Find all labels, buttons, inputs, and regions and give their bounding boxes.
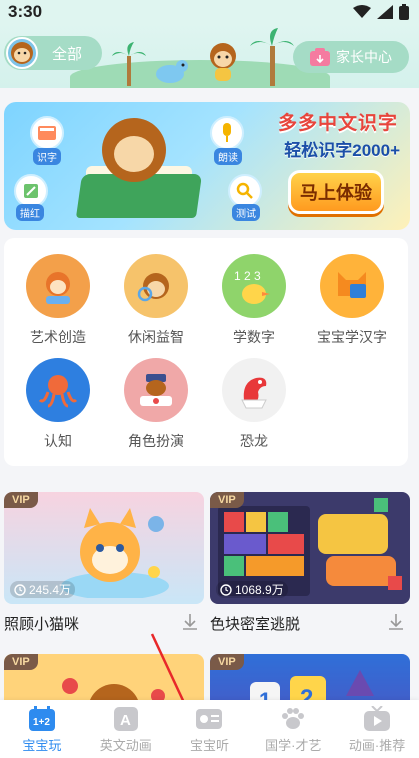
content-card[interactable]: VIP 1068.9万 色块密室逃脱: [210, 492, 410, 634]
banner-title: 多多中文识字: [277, 113, 398, 134]
nav-english-cartoon[interactable]: A 英文动画: [84, 700, 168, 758]
category-grid: 艺术创造 休闲益智 1 2 3 学数字 宝宝学汉字 认知 角色扮演 恐龙: [4, 238, 408, 466]
dinosaur-toy-icon: [156, 60, 188, 83]
nav-label: 国学·才艺: [265, 738, 322, 753]
feature-read-aloud[interactable]: [210, 116, 244, 150]
banner-subtitle: 轻松识字2000+: [284, 141, 400, 160]
category-label: 认知: [44, 433, 72, 449]
book-icon: [38, 126, 56, 140]
category-cognition[interactable]: 认知: [10, 358, 106, 451]
category-label: 宝宝学汉字: [317, 329, 387, 345]
category-puzzle[interactable]: 休闲益智: [108, 254, 204, 347]
content-title: 色块密室逃脱: [210, 616, 301, 633]
play-count: 1068.9万: [216, 581, 288, 598]
parent-center-icon: [310, 48, 330, 66]
status-icons: [353, 4, 409, 20]
nav-label: 宝宝听: [189, 738, 229, 753]
letter-a-icon: A: [112, 706, 140, 732]
police-icon: [124, 358, 188, 422]
palm-tree-icon: [250, 28, 294, 86]
category-chinese[interactable]: 宝宝学汉字: [304, 254, 400, 347]
tv-icon: [363, 706, 391, 732]
puzzle-icon: [124, 254, 188, 318]
content-card[interactable]: VIP 245.4万 照顾小猫咪: [4, 492, 204, 634]
pencil-icon: [24, 184, 38, 198]
nav-baby-play[interactable]: 1+2 宝宝玩: [0, 700, 84, 758]
signal-icon: [377, 5, 393, 19]
promo-banner[interactable]: 识字 朗读 描红 测试 多多中文识字 轻松识字2000+ 马上体验: [4, 102, 410, 230]
category-label: 学数字: [233, 329, 275, 345]
parent-center-button[interactable]: 家长中心: [293, 41, 409, 73]
svg-text:1+2: 1+2: [33, 717, 50, 728]
user-selector[interactable]: 全部: [4, 36, 102, 70]
user-selector-label: 全部: [52, 45, 83, 63]
category-label: 恐龙: [240, 433, 268, 449]
nav-label: 英文动画: [99, 738, 152, 753]
numbers-icon: 1 2 3: [222, 254, 286, 318]
feature-trace[interactable]: [14, 174, 48, 208]
monkey-mascot-icon: [210, 43, 236, 81]
nav-baby-listen[interactable]: 宝宝听: [168, 700, 252, 758]
listen-icon: [195, 706, 223, 732]
content-thumbnail[interactable]: VIP 245.4万: [4, 492, 204, 604]
category-dinosaur[interactable]: 恐龙: [206, 358, 302, 451]
paw-icon: [279, 706, 307, 732]
category-art[interactable]: 艺术创造: [10, 254, 106, 347]
monkey-mascot: [102, 118, 166, 182]
feature-literacy[interactable]: [30, 116, 64, 150]
feature-literacy-label: 识字: [33, 148, 61, 165]
vip-badge: VIP: [4, 654, 38, 670]
feature-test-label: 测试: [232, 204, 260, 221]
nav-cartoon-recommend[interactable]: 动画·推荐: [335, 700, 419, 758]
download-icon[interactable]: [386, 612, 406, 632]
header: 全部 家长中心: [0, 24, 419, 88]
play-calendar-icon: 1+2: [28, 706, 56, 732]
battery-icon: [399, 4, 409, 20]
category-numbers[interactable]: 1 2 3 学数字: [206, 254, 302, 347]
kitten-bath-illustration: [61, 508, 169, 598]
play-count-icon: [14, 583, 26, 596]
nav-culture-talent[interactable]: 国学·才艺: [251, 700, 335, 758]
content-title: 照顾小猫咪: [4, 616, 80, 633]
microphone-icon: [223, 123, 231, 142]
svg-text:A: A: [120, 712, 131, 729]
play-count-icon: [220, 583, 232, 596]
chinese-character-icon: [320, 254, 384, 318]
parent-center-label: 家长中心: [336, 49, 392, 65]
feature-read-aloud-label: 朗读: [214, 148, 242, 165]
content-thumbnail[interactable]: VIP 1068.9万: [210, 492, 410, 604]
magnifier-icon: [236, 182, 253, 199]
status-time: 3:30: [8, 2, 43, 21]
svg-text:1 2 3: 1 2 3: [234, 269, 261, 283]
art-icon: [26, 254, 90, 318]
vip-badge: VIP: [4, 492, 38, 508]
palm-tree-icon: [112, 42, 146, 86]
play-count: 245.4万: [10, 581, 76, 598]
vip-badge: VIP: [210, 492, 244, 508]
avatar: [6, 37, 38, 69]
octopus-icon: [26, 358, 90, 422]
feature-test[interactable]: [228, 174, 262, 208]
nav-label: 动画·推荐: [348, 738, 406, 753]
nav-label: 宝宝玩: [22, 738, 62, 753]
category-label: 角色扮演: [128, 433, 184, 449]
category-roleplay[interactable]: 角色扮演: [108, 358, 204, 451]
category-label: 艺术创造: [30, 329, 86, 345]
feature-trace-label: 描红: [16, 204, 44, 221]
download-icon[interactable]: [180, 612, 200, 632]
vip-badge: VIP: [210, 654, 244, 670]
dinosaur-icon: [222, 358, 286, 422]
monkey-avatar-icon: [11, 42, 33, 64]
status-bar: 3:30: [0, 0, 419, 24]
try-now-button[interactable]: 马上体验: [288, 170, 384, 214]
bottom-nav: 1+2 宝宝玩 A 英文动画 宝宝听 国学·才艺 动画·推荐: [0, 700, 419, 758]
wifi-icon: [353, 5, 371, 18]
category-label: 休闲益智: [128, 329, 184, 345]
